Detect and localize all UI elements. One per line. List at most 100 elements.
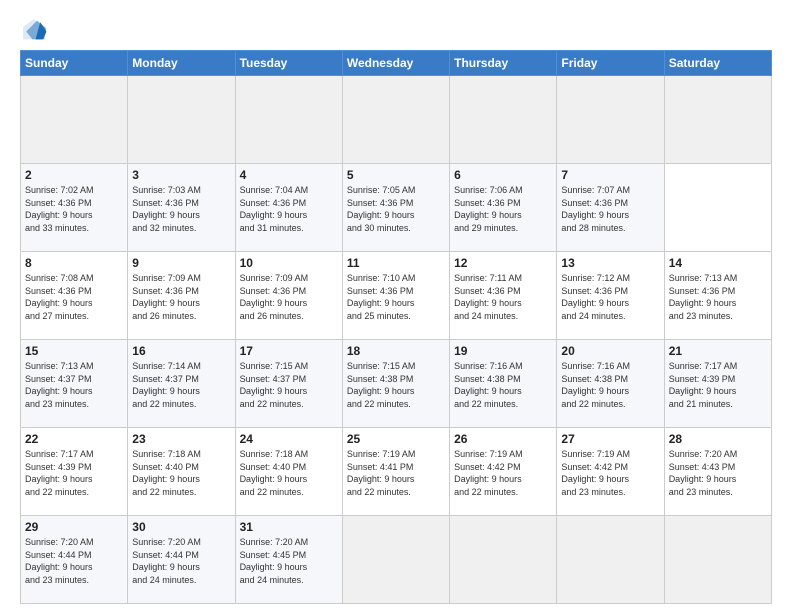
cell-info: Sunrise: 7:17 AMSunset: 4:39 PMDaylight:… bbox=[25, 449, 94, 497]
cell-info: Sunrise: 7:16 AMSunset: 4:38 PMDaylight:… bbox=[454, 361, 523, 409]
calendar-cell: 14 Sunrise: 7:13 AMSunset: 4:36 PMDaylig… bbox=[664, 252, 771, 340]
calendar-cell: 27 Sunrise: 7:19 AMSunset: 4:42 PMDaylig… bbox=[557, 428, 664, 516]
day-number: 20 bbox=[561, 344, 659, 358]
calendar-cell: 24 Sunrise: 7:18 AMSunset: 4:40 PMDaylig… bbox=[235, 428, 342, 516]
cell-info: Sunrise: 7:13 AMSunset: 4:37 PMDaylight:… bbox=[25, 361, 94, 409]
calendar-cell: 11 Sunrise: 7:10 AMSunset: 4:36 PMDaylig… bbox=[342, 252, 449, 340]
day-number: 12 bbox=[454, 256, 552, 270]
day-number: 6 bbox=[454, 168, 552, 182]
calendar-cell bbox=[21, 76, 128, 164]
calendar-cell: 2 Sunrise: 7:02 AMSunset: 4:36 PMDayligh… bbox=[21, 164, 128, 252]
calendar-cell: 15 Sunrise: 7:13 AMSunset: 4:37 PMDaylig… bbox=[21, 340, 128, 428]
header-day-wednesday: Wednesday bbox=[342, 51, 449, 76]
day-number: 2 bbox=[25, 168, 123, 182]
day-number: 13 bbox=[561, 256, 659, 270]
calendar-cell: 23 Sunrise: 7:18 AMSunset: 4:40 PMDaylig… bbox=[128, 428, 235, 516]
day-number: 15 bbox=[25, 344, 123, 358]
cell-info: Sunrise: 7:11 AMSunset: 4:36 PMDaylight:… bbox=[454, 273, 522, 321]
calendar-cell: 26 Sunrise: 7:19 AMSunset: 4:42 PMDaylig… bbox=[450, 428, 557, 516]
calendar-cell: 19 Sunrise: 7:16 AMSunset: 4:38 PMDaylig… bbox=[450, 340, 557, 428]
day-number: 16 bbox=[132, 344, 230, 358]
day-number: 10 bbox=[240, 256, 338, 270]
day-number: 3 bbox=[132, 168, 230, 182]
header-day-thursday: Thursday bbox=[450, 51, 557, 76]
day-number: 29 bbox=[25, 520, 123, 534]
cell-info: Sunrise: 7:20 AMSunset: 4:44 PMDaylight:… bbox=[25, 537, 94, 585]
week-row-1: 2 Sunrise: 7:02 AMSunset: 4:36 PMDayligh… bbox=[21, 164, 772, 252]
cell-info: Sunrise: 7:13 AMSunset: 4:36 PMDaylight:… bbox=[669, 273, 738, 321]
day-number: 9 bbox=[132, 256, 230, 270]
calendar-cell bbox=[128, 76, 235, 164]
calendar-table: SundayMondayTuesdayWednesdayThursdayFrid… bbox=[20, 50, 772, 604]
calendar-cell: 12 Sunrise: 7:11 AMSunset: 4:36 PMDaylig… bbox=[450, 252, 557, 340]
cell-info: Sunrise: 7:10 AMSunset: 4:36 PMDaylight:… bbox=[347, 273, 416, 321]
cell-info: Sunrise: 7:19 AMSunset: 4:42 PMDaylight:… bbox=[454, 449, 523, 497]
calendar-cell bbox=[235, 76, 342, 164]
calendar-cell: 13 Sunrise: 7:12 AMSunset: 4:36 PMDaylig… bbox=[557, 252, 664, 340]
calendar-cell bbox=[557, 516, 664, 604]
day-number: 11 bbox=[347, 256, 445, 270]
calendar-cell: 30 Sunrise: 7:20 AMSunset: 4:44 PMDaylig… bbox=[128, 516, 235, 604]
cell-info: Sunrise: 7:06 AMSunset: 4:36 PMDaylight:… bbox=[454, 185, 523, 233]
cell-info: Sunrise: 7:14 AMSunset: 4:37 PMDaylight:… bbox=[132, 361, 201, 409]
logo-icon bbox=[20, 16, 48, 44]
cell-info: Sunrise: 7:09 AMSunset: 4:36 PMDaylight:… bbox=[240, 273, 309, 321]
calendar-cell: 29 Sunrise: 7:20 AMSunset: 4:44 PMDaylig… bbox=[21, 516, 128, 604]
calendar-cell bbox=[557, 76, 664, 164]
day-number: 22 bbox=[25, 432, 123, 446]
calendar-cell bbox=[342, 76, 449, 164]
cell-info: Sunrise: 7:07 AMSunset: 4:36 PMDaylight:… bbox=[561, 185, 630, 233]
calendar-cell: 7 Sunrise: 7:07 AMSunset: 4:36 PMDayligh… bbox=[557, 164, 664, 252]
cell-info: Sunrise: 7:20 AMSunset: 4:45 PMDaylight:… bbox=[240, 537, 309, 585]
day-number: 28 bbox=[669, 432, 767, 446]
cell-info: Sunrise: 7:02 AMSunset: 4:36 PMDaylight:… bbox=[25, 185, 94, 233]
header-day-friday: Friday bbox=[557, 51, 664, 76]
header-day-monday: Monday bbox=[128, 51, 235, 76]
cell-info: Sunrise: 7:19 AMSunset: 4:41 PMDaylight:… bbox=[347, 449, 416, 497]
calendar-cell: 5 Sunrise: 7:05 AMSunset: 4:36 PMDayligh… bbox=[342, 164, 449, 252]
cell-info: Sunrise: 7:20 AMSunset: 4:43 PMDaylight:… bbox=[669, 449, 738, 497]
day-number: 19 bbox=[454, 344, 552, 358]
calendar-cell: 25 Sunrise: 7:19 AMSunset: 4:41 PMDaylig… bbox=[342, 428, 449, 516]
week-row-4: 22 Sunrise: 7:17 AMSunset: 4:39 PMDaylig… bbox=[21, 428, 772, 516]
day-number: 8 bbox=[25, 256, 123, 270]
calendar-cell: 17 Sunrise: 7:15 AMSunset: 4:37 PMDaylig… bbox=[235, 340, 342, 428]
day-number: 30 bbox=[132, 520, 230, 534]
cell-info: Sunrise: 7:17 AMSunset: 4:39 PMDaylight:… bbox=[669, 361, 738, 409]
day-number: 23 bbox=[132, 432, 230, 446]
cell-info: Sunrise: 7:03 AMSunset: 4:36 PMDaylight:… bbox=[132, 185, 201, 233]
cell-info: Sunrise: 7:19 AMSunset: 4:42 PMDaylight:… bbox=[561, 449, 630, 497]
cell-info: Sunrise: 7:18 AMSunset: 4:40 PMDaylight:… bbox=[240, 449, 309, 497]
calendar-cell: 10 Sunrise: 7:09 AMSunset: 4:36 PMDaylig… bbox=[235, 252, 342, 340]
calendar-cell: 31 Sunrise: 7:20 AMSunset: 4:45 PMDaylig… bbox=[235, 516, 342, 604]
cell-info: Sunrise: 7:09 AMSunset: 4:36 PMDaylight:… bbox=[132, 273, 201, 321]
calendar-cell: 16 Sunrise: 7:14 AMSunset: 4:37 PMDaylig… bbox=[128, 340, 235, 428]
day-number: 18 bbox=[347, 344, 445, 358]
day-number: 31 bbox=[240, 520, 338, 534]
day-number: 26 bbox=[454, 432, 552, 446]
calendar-cell: 20 Sunrise: 7:16 AMSunset: 4:38 PMDaylig… bbox=[557, 340, 664, 428]
calendar-cell: 22 Sunrise: 7:17 AMSunset: 4:39 PMDaylig… bbox=[21, 428, 128, 516]
cell-info: Sunrise: 7:15 AMSunset: 4:37 PMDaylight:… bbox=[240, 361, 309, 409]
header-day-tuesday: Tuesday bbox=[235, 51, 342, 76]
cell-info: Sunrise: 7:12 AMSunset: 4:36 PMDaylight:… bbox=[561, 273, 630, 321]
header bbox=[20, 16, 772, 44]
calendar-cell: 9 Sunrise: 7:09 AMSunset: 4:36 PMDayligh… bbox=[128, 252, 235, 340]
day-number: 5 bbox=[347, 168, 445, 182]
day-number: 21 bbox=[669, 344, 767, 358]
calendar-cell bbox=[664, 516, 771, 604]
week-row-2: 8 Sunrise: 7:08 AMSunset: 4:36 PMDayligh… bbox=[21, 252, 772, 340]
day-number: 24 bbox=[240, 432, 338, 446]
day-number: 27 bbox=[561, 432, 659, 446]
calendar-cell: 21 Sunrise: 7:17 AMSunset: 4:39 PMDaylig… bbox=[664, 340, 771, 428]
cell-info: Sunrise: 7:08 AMSunset: 4:36 PMDaylight:… bbox=[25, 273, 94, 321]
day-number: 14 bbox=[669, 256, 767, 270]
header-row: SundayMondayTuesdayWednesdayThursdayFrid… bbox=[21, 51, 772, 76]
day-number: 17 bbox=[240, 344, 338, 358]
header-day-saturday: Saturday bbox=[664, 51, 771, 76]
calendar-cell: 4 Sunrise: 7:04 AMSunset: 4:36 PMDayligh… bbox=[235, 164, 342, 252]
calendar-cell: 18 Sunrise: 7:15 AMSunset: 4:38 PMDaylig… bbox=[342, 340, 449, 428]
calendar-cell: 28 Sunrise: 7:20 AMSunset: 4:43 PMDaylig… bbox=[664, 428, 771, 516]
calendar-cell bbox=[450, 76, 557, 164]
calendar-cell: 6 Sunrise: 7:06 AMSunset: 4:36 PMDayligh… bbox=[450, 164, 557, 252]
